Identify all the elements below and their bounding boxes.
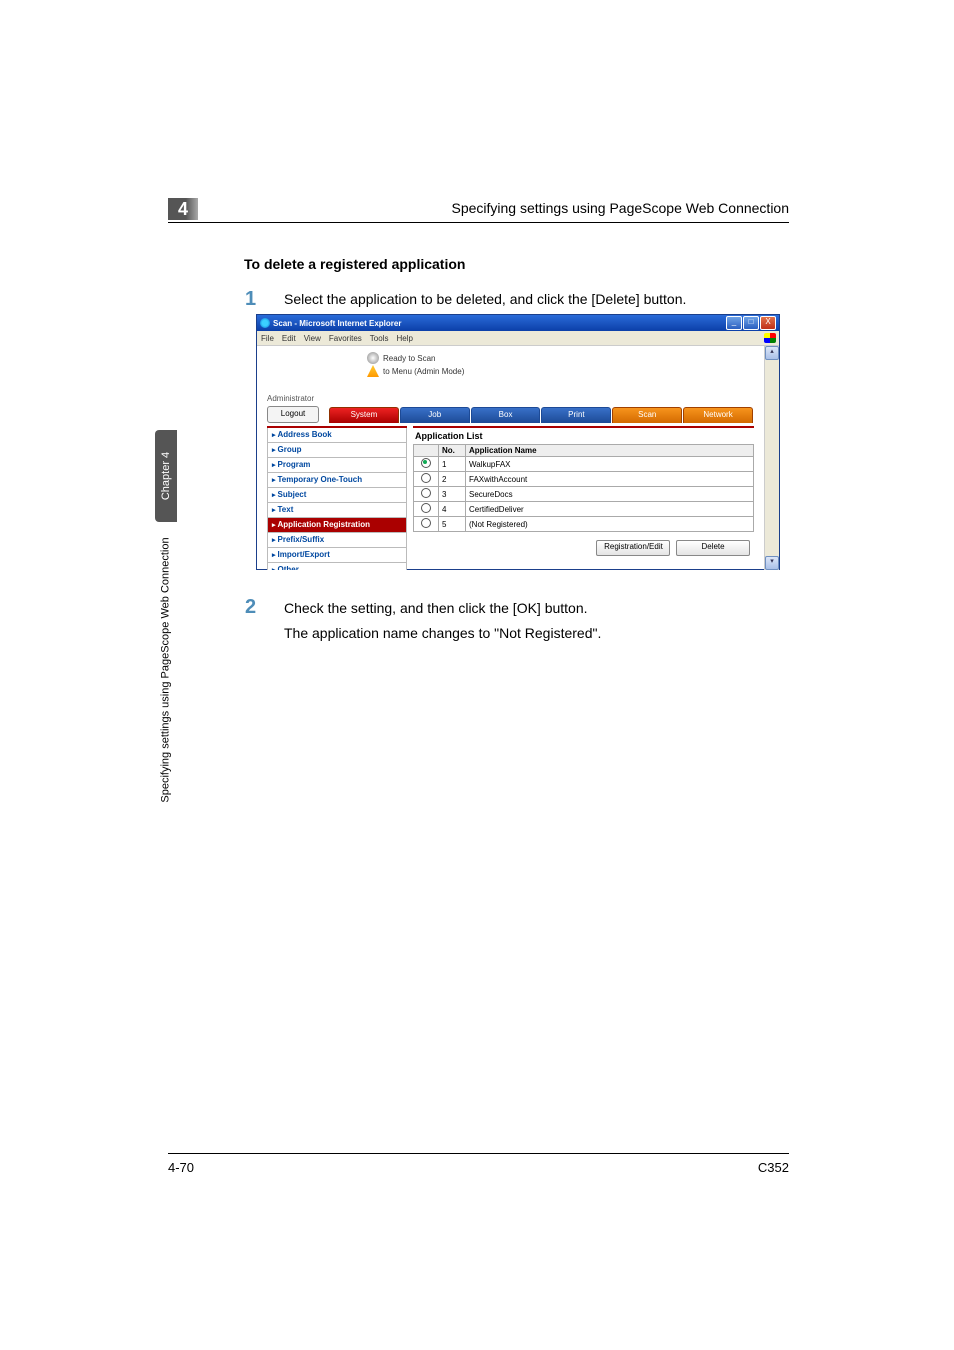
tab-scan[interactable]: Scan (612, 407, 682, 423)
table-row[interactable]: 5 (Not Registered) (414, 517, 754, 532)
menubar: File Edit View Favorites Tools Help (257, 331, 779, 346)
side-section-text: Specifying settings using PageScope Web … (158, 530, 174, 810)
table-row[interactable]: 2 FAXwithAccount (414, 472, 754, 487)
status-menu-link[interactable]: to Menu (Admin Mode) (383, 367, 464, 376)
radio-icon[interactable] (421, 518, 431, 528)
step-1-text: Select the application to be deleted, an… (284, 291, 789, 307)
radio-icon[interactable] (421, 488, 431, 498)
sidebar-item-text[interactable]: Text (267, 503, 407, 518)
menu-view[interactable]: View (304, 334, 321, 343)
ie-logo-icon (260, 318, 270, 328)
table-row[interactable]: 4 CertifiedDeliver (414, 502, 754, 517)
cell-name: (Not Registered) (466, 517, 754, 532)
sidebar-item-prefix-suffix[interactable]: Prefix/Suffix (267, 533, 407, 548)
status-warn-icon (367, 365, 379, 377)
admin-label: Administrator (267, 394, 314, 403)
col-no: No. (439, 445, 466, 457)
sidebar: Address Book Group Program Temporary One… (267, 426, 407, 564)
logout-button[interactable]: Logout (267, 406, 319, 423)
scroll-up-icon[interactable]: ▴ (765, 346, 779, 360)
section-heading: To delete a registered application (244, 256, 465, 272)
cell-name: SecureDocs (466, 487, 754, 502)
col-app-name: Application Name (466, 445, 754, 457)
footer-rule (168, 1153, 789, 1154)
menu-file[interactable]: File (261, 334, 274, 343)
application-list-table: No. Application Name 1 WalkupFAX 2 FAXwi… (413, 444, 754, 532)
cell-no: 3 (439, 487, 466, 502)
step-1-number: 1 (245, 288, 256, 311)
table-row[interactable]: 3 SecureDocs (414, 487, 754, 502)
windows-flag-icon (764, 333, 776, 343)
sidebar-item-subject[interactable]: Subject (267, 488, 407, 503)
status-ready-icon (367, 352, 379, 364)
footer-model: C352 (758, 1160, 789, 1175)
browser-content: Ready to Scan to Menu (Admin Mode) Admin… (257, 346, 764, 570)
col-select (414, 445, 439, 457)
page-header-title: Specifying settings using PageScope Web … (451, 200, 789, 216)
window-title: Scan - Microsoft Internet Explorer (273, 319, 401, 328)
table-row[interactable]: 1 WalkupFAX (414, 457, 754, 472)
sidebar-item-group[interactable]: Group (267, 443, 407, 458)
radio-icon[interactable] (421, 503, 431, 513)
tab-print[interactable]: Print (541, 407, 611, 423)
tab-box[interactable]: Box (471, 407, 541, 423)
side-chapter-tab: Chapter 4 (155, 430, 177, 522)
chapter-number-box: 4 (168, 198, 198, 220)
menu-help[interactable]: Help (396, 334, 412, 343)
menu-edit[interactable]: Edit (282, 334, 296, 343)
scrollbar[interactable]: ▴ ▾ (764, 346, 779, 570)
panel-title: Application List (415, 431, 754, 441)
cell-name: WalkupFAX (466, 457, 754, 472)
nav-tabs: Logout System Job Box Print Scan Network (267, 406, 754, 423)
status-ready-text: Ready to Scan (383, 354, 435, 363)
scroll-down-icon[interactable]: ▾ (765, 556, 779, 570)
delete-button[interactable]: Delete (676, 540, 750, 556)
step-2-text: Check the setting, and then click the [O… (284, 600, 588, 616)
sidebar-item-address-book[interactable]: Address Book (267, 428, 407, 443)
minimize-button[interactable]: _ (726, 316, 742, 330)
registration-edit-button[interactable]: Registration/Edit (596, 540, 670, 556)
browser-window: Scan - Microsoft Internet Explorer _ □ X… (256, 314, 780, 570)
cell-name: CertifiedDeliver (466, 502, 754, 517)
main-panel: Application List No. Application Name 1 … (413, 426, 754, 564)
tab-network[interactable]: Network (683, 407, 753, 423)
radio-icon[interactable] (421, 473, 431, 483)
header-rule (168, 222, 789, 223)
step-2-text-2: The application name changes to "Not Reg… (284, 625, 601, 641)
cell-no: 4 (439, 502, 466, 517)
tab-job[interactable]: Job (400, 407, 470, 423)
step-2-number: 2 (245, 596, 256, 619)
sidebar-item-program[interactable]: Program (267, 458, 407, 473)
sidebar-item-import-export[interactable]: Import/Export (267, 548, 407, 563)
titlebar: Scan - Microsoft Internet Explorer _ □ X (257, 315, 779, 331)
footer-page-number: 4-70 (168, 1160, 194, 1175)
sidebar-item-app-registration[interactable]: Application Registration (267, 518, 407, 533)
close-button[interactable]: X (760, 316, 776, 330)
cell-name: FAXwithAccount (466, 472, 754, 487)
maximize-button[interactable]: □ (743, 316, 759, 330)
menu-tools[interactable]: Tools (370, 334, 389, 343)
cell-no: 2 (439, 472, 466, 487)
tab-system[interactable]: System (329, 407, 399, 423)
window-buttons: _ □ X (726, 316, 776, 330)
radio-icon[interactable] (421, 458, 431, 468)
cell-no: 5 (439, 517, 466, 532)
sidebar-item-other[interactable]: Other (267, 563, 407, 570)
sidebar-item-temp-one-touch[interactable]: Temporary One-Touch (267, 473, 407, 488)
menu-favorites[interactable]: Favorites (329, 334, 362, 343)
cell-no: 1 (439, 457, 466, 472)
